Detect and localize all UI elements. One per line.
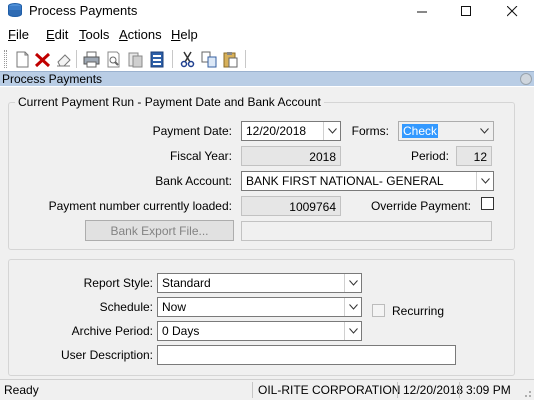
- status-text: Ready: [4, 383, 39, 397]
- eraser-icon[interactable]: [55, 51, 72, 68]
- status-separator: [252, 382, 253, 398]
- delete-icon[interactable]: [34, 51, 51, 68]
- copy-icon[interactable]: [201, 51, 218, 68]
- status-time: 3:09 PM: [466, 383, 511, 397]
- menu-file[interactable]: File: [8, 27, 29, 42]
- minimize-button[interactable]: [400, 0, 444, 22]
- print-icon[interactable]: [83, 51, 100, 68]
- content-area: Current Payment Run - Payment Date and B…: [0, 87, 534, 380]
- chevron-down-icon[interactable]: [344, 322, 361, 340]
- override-payment-label: Override Payment:: [370, 199, 471, 213]
- user-description-input[interactable]: [157, 345, 456, 365]
- schedule-select[interactable]: Now: [157, 297, 362, 317]
- period-field: 12: [456, 146, 492, 166]
- page-setup-icon[interactable]: [127, 51, 144, 68]
- payment-date-label: Payment Date:: [152, 124, 232, 138]
- bank-account-select[interactable]: BANK FIRST NATIONAL- GENERAL: [241, 171, 494, 191]
- bank-export-file-button[interactable]: Bank Export File...: [85, 220, 234, 241]
- payment-date-picker[interactable]: 12/20/2018: [241, 121, 341, 141]
- fiscal-year-field: 2018: [241, 146, 341, 166]
- report-style-label: Report Style:: [83, 276, 153, 290]
- close-icon: [506, 5, 517, 16]
- menu-help[interactable]: Help: [171, 27, 198, 42]
- period-label: Period:: [410, 149, 449, 163]
- group-legend: Current Payment Run - Payment Date and B…: [15, 95, 324, 109]
- schedule-label: Schedule:: [99, 300, 153, 314]
- forms-select[interactable]: Check: [398, 121, 494, 141]
- toolbar: [0, 47, 534, 71]
- maximize-button[interactable]: [444, 0, 488, 22]
- cut-icon[interactable]: [179, 51, 196, 68]
- toolbar-separator: [172, 50, 173, 68]
- resize-grip-icon[interactable]: [522, 388, 532, 398]
- menu-bar: File Edit Tools Actions Help: [0, 25, 534, 45]
- report-icon[interactable]: [149, 51, 166, 68]
- chevron-down-icon[interactable]: [323, 122, 340, 140]
- chevron-down-icon[interactable]: [476, 122, 493, 140]
- archive-period-label: Archive Period:: [71, 324, 153, 338]
- toolbar-separator: [245, 50, 246, 68]
- payment-number-field: 1009764: [241, 196, 341, 216]
- maximize-icon: [460, 5, 471, 16]
- payment-number-label: Payment number currently loaded:: [48, 199, 232, 213]
- chevron-down-icon[interactable]: [344, 298, 361, 316]
- forms-label: Forms:: [351, 124, 389, 138]
- chevron-down-icon[interactable]: [344, 274, 361, 292]
- collapse-icon[interactable]: [520, 73, 532, 85]
- menu-tools[interactable]: Tools: [79, 27, 109, 42]
- archive-period-select[interactable]: 0 Days: [157, 321, 362, 341]
- fiscal-year-label: Fiscal Year:: [169, 149, 232, 163]
- bank-export-path-field[interactable]: [241, 221, 492, 241]
- print-preview-icon[interactable]: [105, 51, 122, 68]
- menu-edit[interactable]: Edit: [46, 27, 68, 42]
- status-date: 12/20/2018: [403, 383, 464, 397]
- recurring-checkbox[interactable]: [372, 304, 385, 317]
- minimize-icon: [416, 11, 427, 12]
- status-separator: [459, 382, 460, 398]
- status-separator: [397, 382, 398, 398]
- section-title: Process Payments: [2, 72, 103, 86]
- bank-account-label: Bank Account:: [155, 174, 232, 188]
- section-header: Process Payments: [0, 71, 534, 86]
- recurring-label: Recurring: [392, 304, 445, 318]
- paste-icon[interactable]: [222, 51, 239, 68]
- report-style-select[interactable]: Standard: [157, 273, 362, 293]
- user-description-label: User Description:: [60, 348, 153, 362]
- status-bar: Ready OIL-RITE CORPORATION 12/20/2018 3:…: [0, 379, 534, 400]
- close-window-button[interactable]: [490, 0, 534, 22]
- toolbar-grip[interactable]: [4, 50, 7, 68]
- toolbar-separator: [76, 50, 77, 68]
- status-company: OIL-RITE CORPORATION: [258, 383, 401, 397]
- chevron-down-icon[interactable]: [476, 172, 493, 190]
- menu-actions[interactable]: Actions: [119, 27, 162, 42]
- app-icon: [8, 3, 22, 17]
- title-bar: Process Payments: [0, 0, 534, 22]
- override-payment-checkbox[interactable]: [481, 197, 494, 210]
- new-document-icon[interactable]: [14, 51, 31, 68]
- window-title: Process Payments: [29, 3, 138, 18]
